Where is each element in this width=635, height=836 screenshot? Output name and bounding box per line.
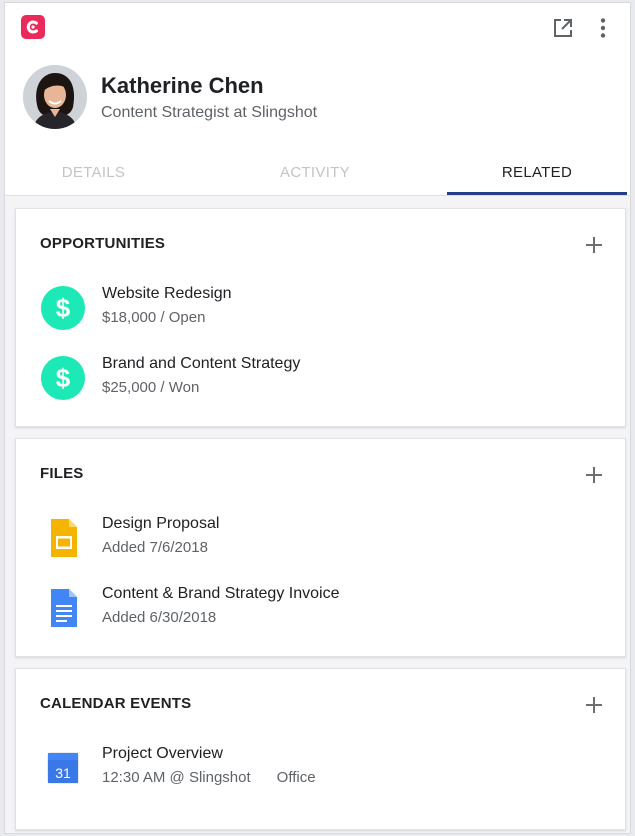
- calendar-day-number: 31: [55, 765, 71, 781]
- docs-file-icon: [40, 585, 86, 631]
- open-in-new-icon[interactable]: [552, 17, 574, 39]
- add-file-button[interactable]: [584, 465, 604, 485]
- add-opportunity-button[interactable]: [584, 235, 604, 255]
- file-date: Added 6/30/2018: [102, 609, 217, 626]
- files-card: FILES Design Proposal Added 7/6/2018 Con…: [15, 438, 626, 657]
- app-logo-icon: [21, 15, 45, 39]
- contact-panel: Katherine Chen Content Strategist at Sli…: [4, 2, 631, 834]
- contact-name: Katherine Chen: [101, 73, 264, 98]
- tab-activity[interactable]: ACTIVITY: [225, 155, 405, 195]
- tab-details[interactable]: DETAILS: [5, 155, 182, 195]
- contact-header: Katherine Chen Content Strategist at Sli…: [5, 3, 630, 196]
- svg-text:$: $: [56, 363, 71, 393]
- dollar-icon: $: [40, 355, 86, 401]
- files-title: FILES: [40, 465, 84, 482]
- file-date: Added 7/6/2018: [102, 539, 208, 556]
- dollar-icon: $: [40, 285, 86, 331]
- opportunity-detail: $18,000 / Open: [102, 309, 206, 326]
- list-item[interactable]: $ Brand and Content Strategy $25,000 / W…: [40, 355, 600, 411]
- svg-text:$: $: [56, 293, 71, 323]
- list-item[interactable]: Content & Brand Strategy Invoice Added 6…: [40, 585, 600, 641]
- add-calendar-event-button[interactable]: [584, 695, 604, 715]
- list-item[interactable]: 31 Project Overview 12:30 AM @ Slingshot…: [40, 745, 600, 801]
- more-options-icon[interactable]: [592, 17, 614, 39]
- calendar-icon: 31: [40, 745, 86, 791]
- event-name: Project Overview: [102, 745, 223, 762]
- event-time: 12:30 AM @ Slingshot: [102, 769, 251, 786]
- calendar-events-title: CALENDAR EVENTS: [40, 695, 192, 712]
- file-name: Content & Brand Strategy Invoice: [102, 585, 340, 602]
- file-name: Design Proposal: [102, 515, 220, 532]
- avatar: [23, 65, 87, 129]
- contact-role: Content Strategist at Slingshot: [101, 104, 318, 121]
- calendar-events-card: CALENDAR EVENTS 31 Project Overview 12:3…: [15, 668, 626, 830]
- opportunities-title: OPPORTUNITIES: [40, 235, 166, 252]
- list-item[interactable]: Design Proposal Added 7/6/2018: [40, 515, 600, 571]
- list-item[interactable]: $ Website Redesign $18,000 / Open: [40, 285, 600, 341]
- opportunity-name: Brand and Content Strategy: [102, 355, 301, 372]
- event-detail: 12:30 AM @ Slingshot Office: [102, 769, 316, 786]
- event-location: Office: [276, 769, 316, 786]
- opportunities-card: OPPORTUNITIES $ Website Redesign $18,000…: [15, 208, 626, 427]
- tab-related[interactable]: RELATED: [447, 155, 627, 195]
- slides-file-icon: [40, 515, 86, 561]
- opportunity-detail: $25,000 / Won: [102, 379, 200, 396]
- tab-bar: DETAILS ACTIVITY RELATED: [5, 155, 630, 195]
- opportunity-name: Website Redesign: [102, 285, 232, 302]
